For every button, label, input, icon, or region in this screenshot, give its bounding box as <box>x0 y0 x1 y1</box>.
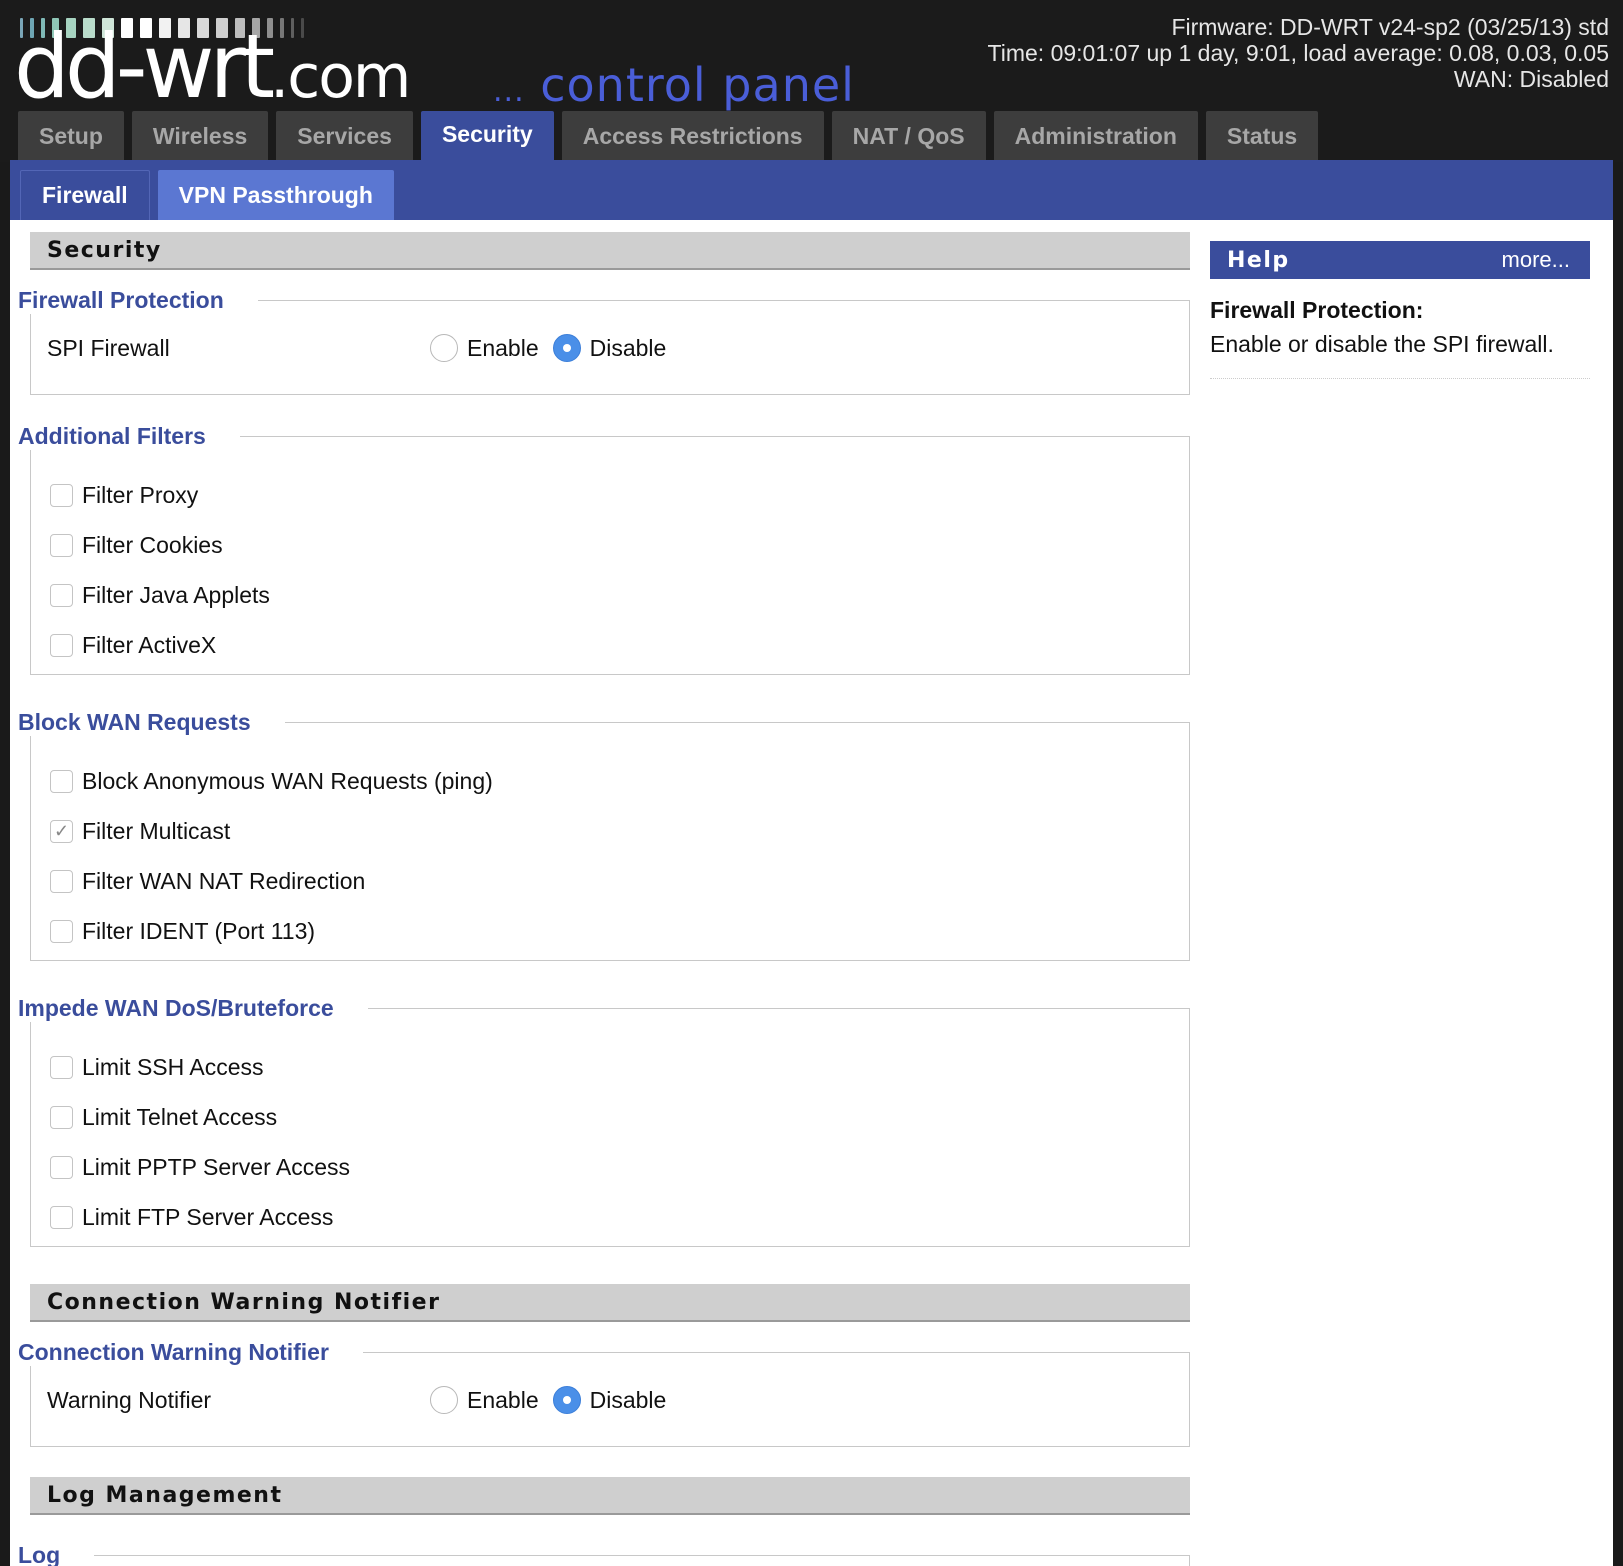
limit-pptp-option: Limit PPTP Server Access <box>50 1152 350 1182</box>
limit-telnet-label: Limit Telnet Access <box>82 1103 278 1130</box>
limit-pptp-label: Limit PPTP Server Access <box>82 1153 350 1180</box>
limit-ssh-option: Limit SSH Access <box>50 1052 264 1082</box>
spi-firewall-disable-radio[interactable] <box>552 334 581 362</box>
subtab-firewall[interactable]: Firewall <box>20 170 150 220</box>
limit-telnet-checkbox[interactable] <box>50 1105 73 1129</box>
spi-firewall-disable-label: Disable <box>589 334 667 361</box>
control-panel-dots: ... <box>493 74 525 109</box>
dd-wrt-logo[interactable]: dd-wrt.com <box>14 23 411 113</box>
logo-main: dd-wrt <box>14 15 275 118</box>
limit-telnet-option: Limit Telnet Access <box>50 1102 277 1132</box>
block-anonymous-wan-checkbox[interactable] <box>50 769 73 793</box>
tab-nat-qos[interactable]: NAT / QoS <box>831 111 986 161</box>
legend-additional-filters: Additional Filters <box>18 423 240 450</box>
help-more-link[interactable]: more... <box>1502 247 1570 273</box>
tab-access-restrictions[interactable]: Access Restrictions <box>561 111 824 161</box>
warning-notifier-row: Warning Notifier Enable Disable <box>30 1385 680 1415</box>
filter-multicast-checkbox[interactable]: ✓ <box>50 819 73 843</box>
help-divider <box>1210 378 1590 379</box>
filter-ident-checkbox[interactable] <box>50 919 73 943</box>
filter-cookies-option: Filter Cookies <box>50 530 223 560</box>
section-header-connection-warning: Connection Warning Notifier <box>30 1284 1190 1322</box>
warning-notifier-disable-radio[interactable] <box>552 1386 581 1414</box>
tab-status[interactable]: Status <box>1205 111 1319 161</box>
filter-proxy-checkbox[interactable] <box>50 483 73 507</box>
checkmark-icon: ✓ <box>53 821 70 841</box>
uptime-info: Time: 09:01:07 up 1 day, 9:01, load aver… <box>987 40 1609 66</box>
spi-firewall-enable-label: Enable <box>467 334 539 361</box>
filter-multicast-label: Filter Multicast <box>82 817 231 844</box>
filter-ident-label: Filter IDENT (Port 113) <box>82 917 316 944</box>
subtab-vpn-passthrough[interactable]: VPN Passthrough <box>157 170 394 220</box>
section-header-security: Security <box>30 232 1190 270</box>
control-panel-text: control panel <box>540 58 855 112</box>
filter-wan-nat-redirection-checkbox[interactable] <box>50 869 73 893</box>
filter-java-applets-label: Filter Java Applets <box>82 581 270 608</box>
tab-administration[interactable]: Administration <box>993 111 1198 161</box>
help-header: Help more... <box>1210 241 1590 279</box>
logo-com: .com <box>270 42 411 112</box>
warning-notifier-disable-label: Disable <box>589 1386 667 1413</box>
filter-wan-nat-redirection-option: Filter WAN NAT Redirection <box>50 866 365 896</box>
control-panel-title: ... control panel <box>493 58 855 112</box>
wan-status: WAN: Disabled <box>1453 66 1609 92</box>
main-tabs: Setup Wireless Services Security Access … <box>18 111 1319 162</box>
help-text: Enable or disable the SPI firewall. <box>1210 331 1554 357</box>
filter-proxy-option: Filter Proxy <box>50 480 198 510</box>
header: dd-wrt.com ... control panel Firmware: D… <box>0 0 1623 162</box>
limit-pptp-checkbox[interactable] <box>50 1155 73 1179</box>
fieldset-log <box>30 1555 1190 1566</box>
filter-cookies-checkbox[interactable] <box>50 533 73 557</box>
legend-impede-wan-dos: Impede WAN DoS/Bruteforce <box>18 995 368 1022</box>
limit-ssh-checkbox[interactable] <box>50 1055 73 1079</box>
limit-ftp-checkbox[interactable] <box>50 1205 73 1229</box>
legend-connection-warning: Connection Warning Notifier <box>18 1339 363 1366</box>
sub-tab-bar: Firewall VPN Passthrough <box>10 160 1613 220</box>
main-form: Security Firewall Protection SPI Firewal… <box>10 220 1200 1566</box>
spi-firewall-label: SPI Firewall <box>47 334 170 361</box>
tab-setup[interactable]: Setup <box>18 111 124 161</box>
filter-activex-checkbox[interactable] <box>50 633 73 657</box>
filter-proxy-label: Filter Proxy <box>82 481 199 508</box>
warning-notifier-enable-radio[interactable] <box>430 1386 458 1414</box>
filter-ident-option: Filter IDENT (Port 113) <box>50 916 315 946</box>
filter-activex-option: Filter ActiveX <box>50 630 216 660</box>
filter-cookies-label: Filter Cookies <box>82 531 223 558</box>
limit-ftp-label: Limit FTP Server Access <box>82 1203 334 1230</box>
spi-firewall-enable-radio[interactable] <box>430 334 458 362</box>
legend-log: Log <box>18 1542 95 1566</box>
limit-ssh-label: Limit SSH Access <box>82 1053 264 1080</box>
warning-notifier-label: Warning Notifier <box>47 1386 212 1413</box>
section-header-log-management: Log Management <box>30 1477 1190 1515</box>
help-topic: Firewall Protection: <box>1210 297 1424 323</box>
block-anonymous-wan-option: Block Anonymous WAN Requests (ping) <box>50 766 493 796</box>
filter-java-applets-checkbox[interactable] <box>50 583 73 607</box>
firmware-info: Firmware: DD-WRT v24-sp2 (03/25/13) std <box>1171 14 1609 40</box>
spi-firewall-row: SPI Firewall Enable Disable <box>30 333 680 363</box>
filter-activex-label: Filter ActiveX <box>82 631 217 658</box>
warning-notifier-enable-label: Enable <box>467 1386 539 1413</box>
tab-services[interactable]: Services <box>276 111 413 161</box>
router-info: Firmware: DD-WRT v24-sp2 (03/25/13) std … <box>988 14 1609 92</box>
filter-java-applets-option: Filter Java Applets <box>50 580 270 610</box>
tab-security[interactable]: Security <box>420 111 554 162</box>
limit-ftp-option: Limit FTP Server Access <box>50 1202 333 1232</box>
help-title: Help <box>1227 247 1290 273</box>
legend-firewall-protection: Firewall Protection <box>18 287 258 314</box>
legend-block-wan-requests: Block WAN Requests <box>18 709 285 736</box>
content-area: Security Firewall Protection SPI Firewal… <box>10 220 1613 1566</box>
filter-wan-nat-redirection-label: Filter WAN NAT Redirection <box>82 867 366 894</box>
tab-wireless[interactable]: Wireless <box>131 111 269 161</box>
block-anonymous-wan-label: Block Anonymous WAN Requests (ping) <box>82 767 493 794</box>
filter-multicast-option: ✓ Filter Multicast <box>50 816 230 846</box>
